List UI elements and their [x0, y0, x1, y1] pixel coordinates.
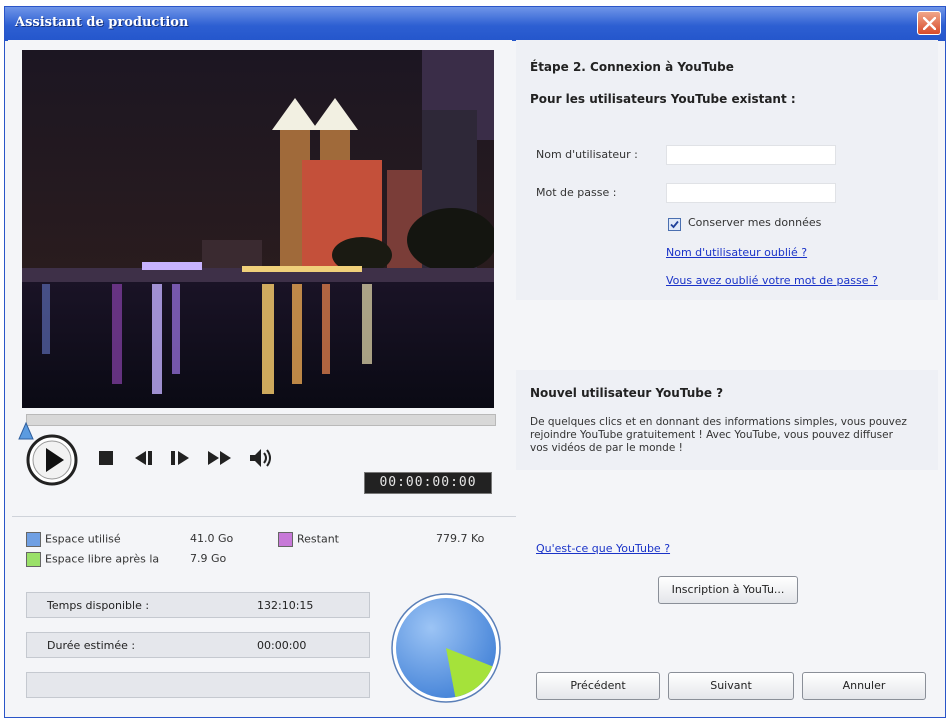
empty-info-row — [26, 672, 370, 698]
cancel-button[interactable]: Annuler — [802, 672, 926, 700]
video-frame-image — [22, 50, 494, 408]
next-frame-icon — [178, 451, 189, 465]
next-button[interactable]: Suivant — [668, 672, 794, 700]
legend-used: Espace utilisé — [26, 532, 121, 547]
what-is-youtube-link[interactable]: Qu'est-ce que YouTube ? — [536, 542, 670, 555]
remaining-swatch — [278, 532, 293, 547]
fast-forward-icon — [208, 451, 219, 465]
timecode-display: 00:00:00:00 — [364, 472, 492, 494]
play-button[interactable] — [26, 434, 78, 486]
estimated-duration-value: 00:00:00 — [257, 639, 307, 652]
step-title: Étape 2. Connexion à YouTube — [530, 60, 734, 74]
checkmark-icon — [670, 220, 679, 229]
estimated-duration-row: Durée estimée : 00:00:00 — [26, 632, 370, 658]
time-available-label: Temps disponible : — [47, 599, 150, 612]
stop-button[interactable] — [96, 448, 116, 468]
time-available-row: Temps disponible : 132:10:15 — [26, 592, 370, 618]
stop-icon — [99, 451, 113, 465]
free-after-swatch — [26, 552, 41, 567]
login-section — [516, 40, 938, 300]
speaker-icon — [250, 449, 261, 467]
used-label: Espace utilisé — [45, 532, 121, 546]
time-available-value: 132:10:15 — [257, 599, 314, 612]
free-after-label: Espace libre après la — [45, 552, 160, 566]
window-title: Assistant de production — [15, 15, 189, 30]
close-button[interactable] — [917, 11, 941, 35]
forgot-username-link[interactable]: Nom d'utilisateur oublié ? — [666, 246, 807, 259]
remaining-value: 779.7 Ko — [436, 532, 485, 545]
free-after-value: 7.9 Go — [190, 552, 227, 565]
legend-free-after: Espace libre après la — [26, 552, 159, 567]
used-swatch — [26, 532, 41, 547]
previous-frame-icon — [135, 451, 146, 465]
video-preview — [22, 50, 494, 408]
youtube-signup-button[interactable]: Inscription à YouTu... — [658, 576, 798, 604]
remember-label: Conserver mes données — [688, 216, 822, 229]
used-value: 41.0 Go — [190, 532, 234, 545]
existing-users-heading: Pour les utilisateurs YouTube existant : — [530, 92, 796, 106]
youtube-pane: Étape 2. Connexion à YouTube Pour les ut… — [516, 40, 938, 706]
new-user-heading: Nouvel utilisateur YouTube ? — [530, 386, 724, 400]
username-label: Nom d'utilisateur : — [536, 148, 638, 161]
title-bar[interactable]: Assistant de production — [5, 7, 945, 41]
previous-frame-button[interactable] — [132, 448, 156, 468]
legend-remaining: Restant — [278, 532, 339, 547]
divider — [12, 516, 516, 517]
fast-forward-button[interactable] — [206, 448, 236, 468]
volume-button[interactable] — [248, 446, 274, 470]
close-icon — [923, 17, 936, 30]
new-user-description: De quelques clics et en donnant des info… — [530, 416, 907, 454]
previous-button[interactable]: Précédent — [536, 672, 660, 700]
next-frame-button[interactable] — [168, 448, 192, 468]
remember-checkbox[interactable] — [668, 218, 681, 231]
username-field[interactable] — [666, 145, 836, 165]
disk-usage-pie — [391, 593, 501, 703]
forgot-password-link[interactable]: Vous avez oublié votre mot de passe ? — [666, 274, 878, 287]
password-field[interactable] — [666, 183, 836, 203]
seek-bar[interactable] — [26, 414, 496, 426]
remaining-label: Restant — [297, 532, 339, 546]
password-label: Mot de passe : — [536, 186, 617, 199]
estimated-duration-label: Durée estimée : — [47, 639, 136, 652]
